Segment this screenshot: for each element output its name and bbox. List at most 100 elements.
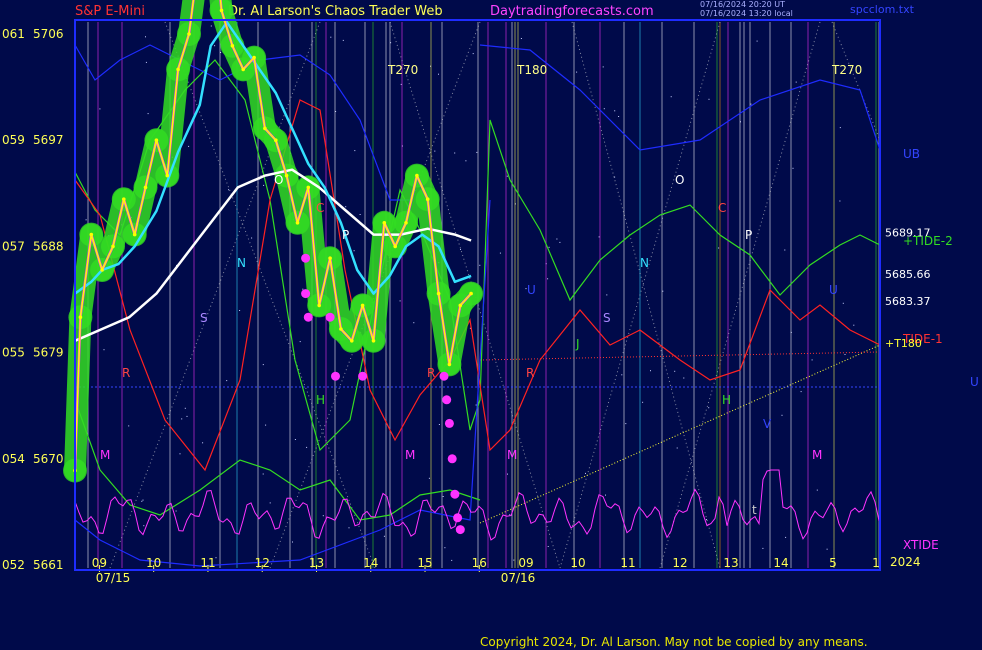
y-tick-right: 5688 [33,239,64,253]
label-t180: +T180 [885,337,922,350]
star [413,322,415,324]
copyright-notice: Copyright 2024, Dr. Al Larson. May not b… [480,635,868,649]
star [756,40,758,42]
cycle-label: M [812,448,822,462]
label-u: U [970,375,979,389]
star [674,370,676,372]
star [585,472,586,474]
x-tick-label-day2: 14 [773,556,788,570]
star [434,150,436,152]
cycle-label: S [200,311,208,325]
star [795,81,797,83]
price-point [165,173,170,178]
star [263,184,265,186]
star [520,38,522,39]
price-point [425,197,430,201]
star [353,250,355,252]
star [251,237,253,239]
star [507,473,508,475]
price-point [360,303,365,308]
lower-green-band [74,399,481,521]
star [705,519,707,520]
star [265,424,267,426]
y-tick-left: 052 [2,558,25,572]
cycle-label: V [763,417,772,431]
star [262,364,264,366]
star [142,499,144,501]
price-point [436,291,441,296]
star [141,500,143,502]
xtide-oscillator [74,469,880,541]
cycle-label: P [342,228,349,242]
star [214,45,216,47]
tide-dotted [479,351,881,361]
star [438,73,439,75]
cycle-label: t [752,503,757,517]
pivot-dot [455,525,465,535]
y-tick-right: 5706 [33,27,64,41]
star [145,36,146,38]
date-label: 07/16 [501,571,536,585]
price-point [415,173,419,178]
star [184,407,186,409]
star [143,525,145,527]
pivot-dot [450,489,460,499]
star [226,380,228,382]
cycle-label: C [316,201,324,215]
cycle-label: H [722,393,731,407]
cycle-label: M [405,448,415,462]
x-tick-label-day2: 09 [518,556,533,570]
star [128,425,130,427]
star [215,557,217,559]
star [826,548,828,550]
star [330,36,332,38]
star [499,252,501,254]
star [785,536,787,538]
star [262,473,264,475]
price-point [469,291,473,296]
price-chart: 052 5661 054 5670 055 5679 057 5688 059 5697 061 57… [2,0,979,585]
price-point [317,303,322,308]
star [342,39,344,41]
price-point [284,173,289,178]
star [472,53,474,55]
star [454,152,456,154]
star [547,546,549,547]
price-point [382,221,387,225]
star [103,349,105,351]
star [354,150,356,152]
star [576,71,578,73]
star [479,264,481,266]
cycle-label: C [718,201,726,215]
y-tick-left: 059 [2,133,25,147]
price-point [393,244,398,249]
pivot-dot [453,513,463,523]
x-tick-label-day2: 11 [620,556,635,570]
star [816,489,818,491]
star [202,442,204,444]
pivot-dot [447,454,457,464]
price-point [447,362,452,367]
star [428,477,430,479]
star [708,407,710,409]
cycle-label: M [100,448,110,462]
price-point [78,315,83,320]
x-tick-label-day2: 13 [723,556,738,570]
star [444,547,446,549]
year-label: 2024 [890,555,921,569]
star [621,374,623,376]
star [322,515,324,517]
pivot-dot [301,289,311,299]
pivot-dot [442,395,452,405]
star [302,288,304,290]
cycle-label: R [122,366,130,380]
cycle-label: R [427,366,435,380]
cycle-label: M [507,448,517,462]
price-level-label: 5685.66 [885,268,931,281]
star [800,391,802,393]
star [475,404,477,406]
price-point [100,268,104,272]
star [145,61,147,63]
y-tick-right: 5670 [33,452,64,466]
price-point [89,232,94,237]
